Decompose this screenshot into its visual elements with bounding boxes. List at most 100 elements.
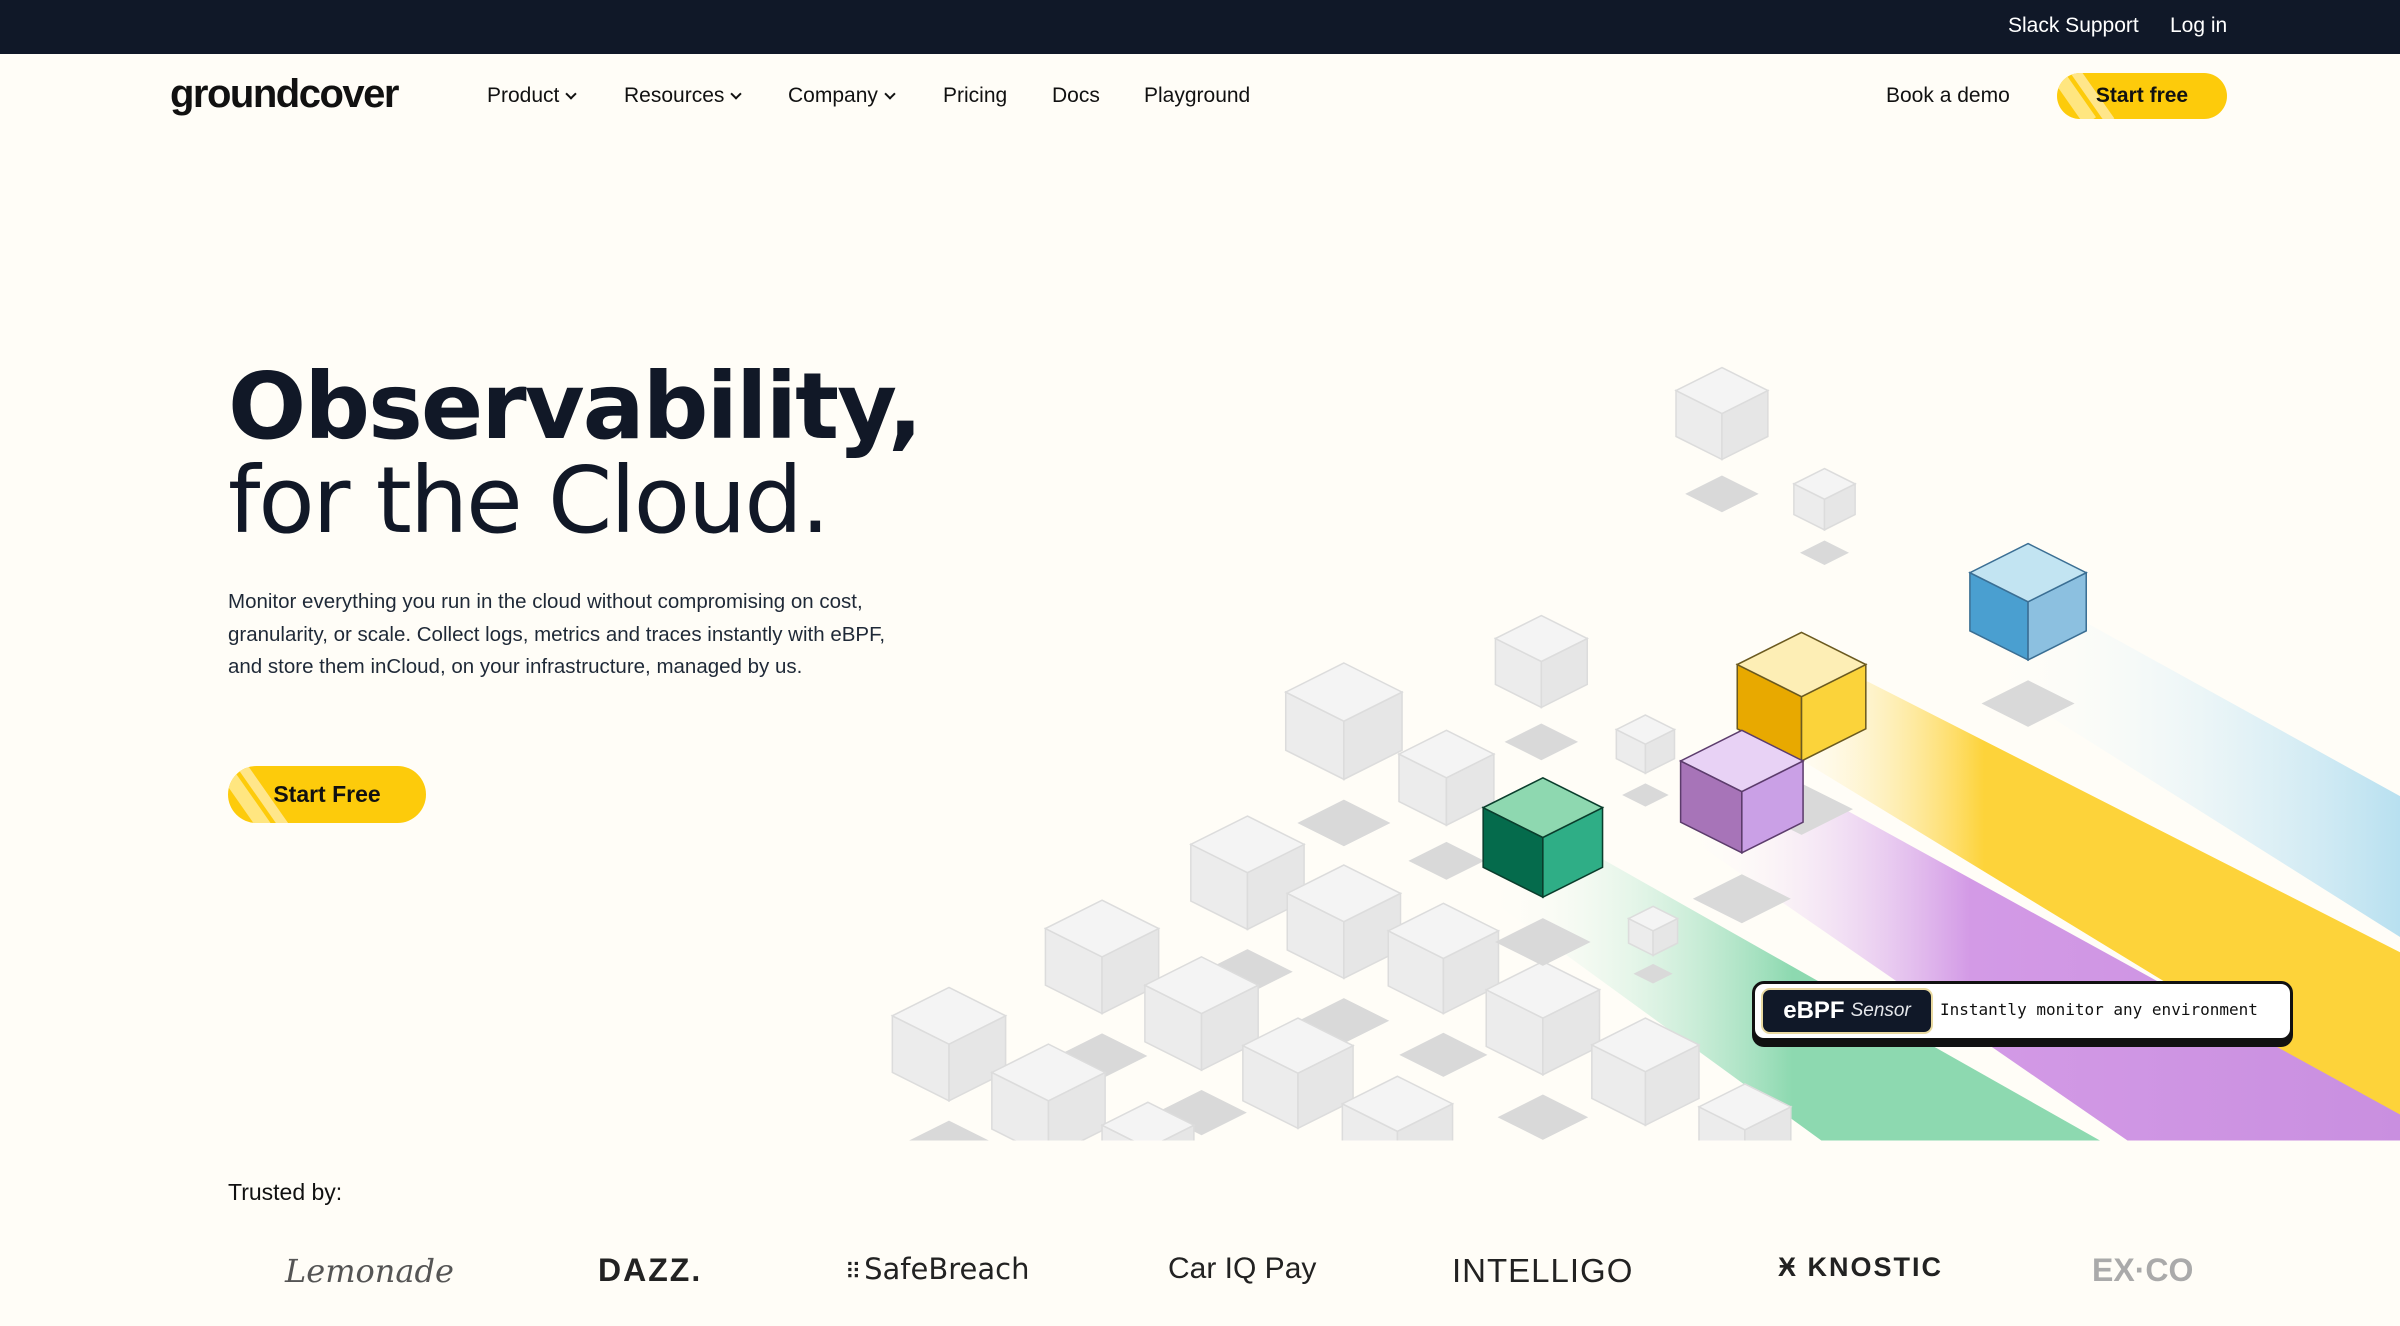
cube-shadow [1003,1177,1094,1222]
nav-label: Product [487,84,560,107]
nav-label: Company [788,84,878,107]
nav-pricing[interactable]: Pricing [943,84,1007,108]
cube-shadow [1633,963,1673,984]
cube-left-face [1675,389,1723,461]
cube-shadow [1708,1192,1781,1229]
cube-shadow [1692,874,1791,924]
cube-top-face [1968,542,2088,603]
cube-right-face [1101,927,1160,1015]
nav-resources[interactable]: Resources [624,84,743,108]
cube-shadow [1202,949,1293,995]
yellow-stripe [1760,681,2400,1126]
cube-shadow [1298,998,1390,1044]
cube-right-face [2027,571,2087,662]
cube-top-face [1043,899,1161,958]
white-cube [990,1043,1107,1222]
yellow-cube [1735,631,1868,835]
white-cube [1792,467,1857,566]
cube-right-face [1343,690,1403,781]
logo[interactable]: groundcover [170,72,399,117]
green-cube [1481,776,1605,966]
cube-left-face [991,1071,1050,1141]
cube-shadow [1495,918,1591,966]
cube-shadow [1056,1033,1148,1079]
cube-left-face [1398,752,1448,827]
cube-top-face [1590,1017,1701,1073]
cube-shadow [1603,1144,1689,1187]
cube-left-face [891,1014,950,1102]
purple-cube [1678,729,1805,924]
cube-left-face [1482,806,1544,899]
nav-docs[interactable]: Docs [1052,84,1100,108]
cube-left-face [1101,1124,1135,1141]
cube-left-face [1615,728,1647,775]
cube-shadow [1254,1148,1342,1192]
cube-top-face [1614,714,1677,745]
cube-right-face [1644,1043,1700,1127]
cube-top-face [1735,631,1868,698]
white-cube [1043,899,1161,1079]
cube-left-face [1627,917,1654,957]
hero-description: Monitor everything you run in the cloud … [228,590,886,678]
cube-left-face [1591,1043,1647,1127]
title-line-1: Observability, [228,353,923,460]
blue-stripe [1982,620,2400,937]
cube-left-face [1284,690,1345,781]
cube-right-face [1047,1071,1106,1141]
cube-top-face [1678,729,1805,793]
nav-company[interactable]: Company [788,84,896,108]
white-cube [1484,960,1602,1140]
logo-intelligo: INTELLIGO [1452,1252,1634,1289]
cube-right-face [1200,983,1259,1072]
cube-right-face [1542,988,1601,1076]
purple-stripe [1683,783,2400,1141]
cube-top-face [1100,1101,1196,1141]
start-free-nav-button[interactable]: Start free [2057,73,2227,119]
cube-right-face [1396,1102,1454,1141]
cube-left-face [1190,843,1249,931]
start-free-hero-button[interactable]: Start Free [228,766,426,823]
cube-top-face [1189,815,1306,874]
cube-right-face [1644,728,1676,775]
ebpf-sensor-badge: eBPF Sensor Instantly monitor any environ… [1752,981,2293,1041]
cube-right-face [1161,1124,1195,1141]
white-cube [890,986,1008,1141]
chevron-down-icon [730,88,743,100]
white-cube [1674,366,1770,513]
nav-label: Resources [624,84,725,107]
cube-right-face [1823,482,1856,532]
white-cube [1590,1017,1701,1187]
cube-right-face [1741,759,1804,855]
logo-cariqpay: Car IQ Pay [1168,1252,1317,1285]
slack-support-link[interactable]: Slack Support [2008,14,2139,38]
logo-safebreach: ⠿ SafeBreach [845,1252,1029,1286]
blue-cube [1968,542,2088,727]
cube-top-face [1626,905,1680,932]
book-demo-link[interactable]: Book a demo [1886,84,2010,108]
nav-playground[interactable]: Playground [1144,84,1250,108]
cube-top-face [1697,1083,1793,1131]
cube-left-face [1286,892,1345,980]
cube-left-face [1341,1102,1399,1141]
cube-shadow [1156,1089,1247,1136]
cube-right-face [1343,892,1402,980]
knostic-mark-icon: Ӿ [1778,1252,1808,1282]
cube-left-face [1679,759,1743,855]
chevron-down-icon [884,88,896,100]
nav-product[interactable]: Product [487,84,578,108]
white-cube [1285,864,1403,1044]
logo-exco: EX·CO [2092,1252,2194,1288]
login-link[interactable]: Log in [2170,14,2227,38]
cube-top-face [890,986,1008,1045]
badge-text: Instantly monitor any environment [1940,1000,2258,1019]
white-cube [1493,614,1589,761]
logo-text: KNOSTIC [1807,1252,1944,1282]
cube-shadow [1408,841,1485,880]
cube-right-face [948,1014,1007,1102]
white-cube [1626,905,1680,984]
cube-right-face [1800,663,1867,763]
logo-dazz: DAZZ. [598,1252,703,1288]
title-line-2: for the Cloud. [228,447,830,554]
chevron-down-icon [565,88,578,100]
ebpf-label: eBPF Sensor [1761,988,1933,1034]
